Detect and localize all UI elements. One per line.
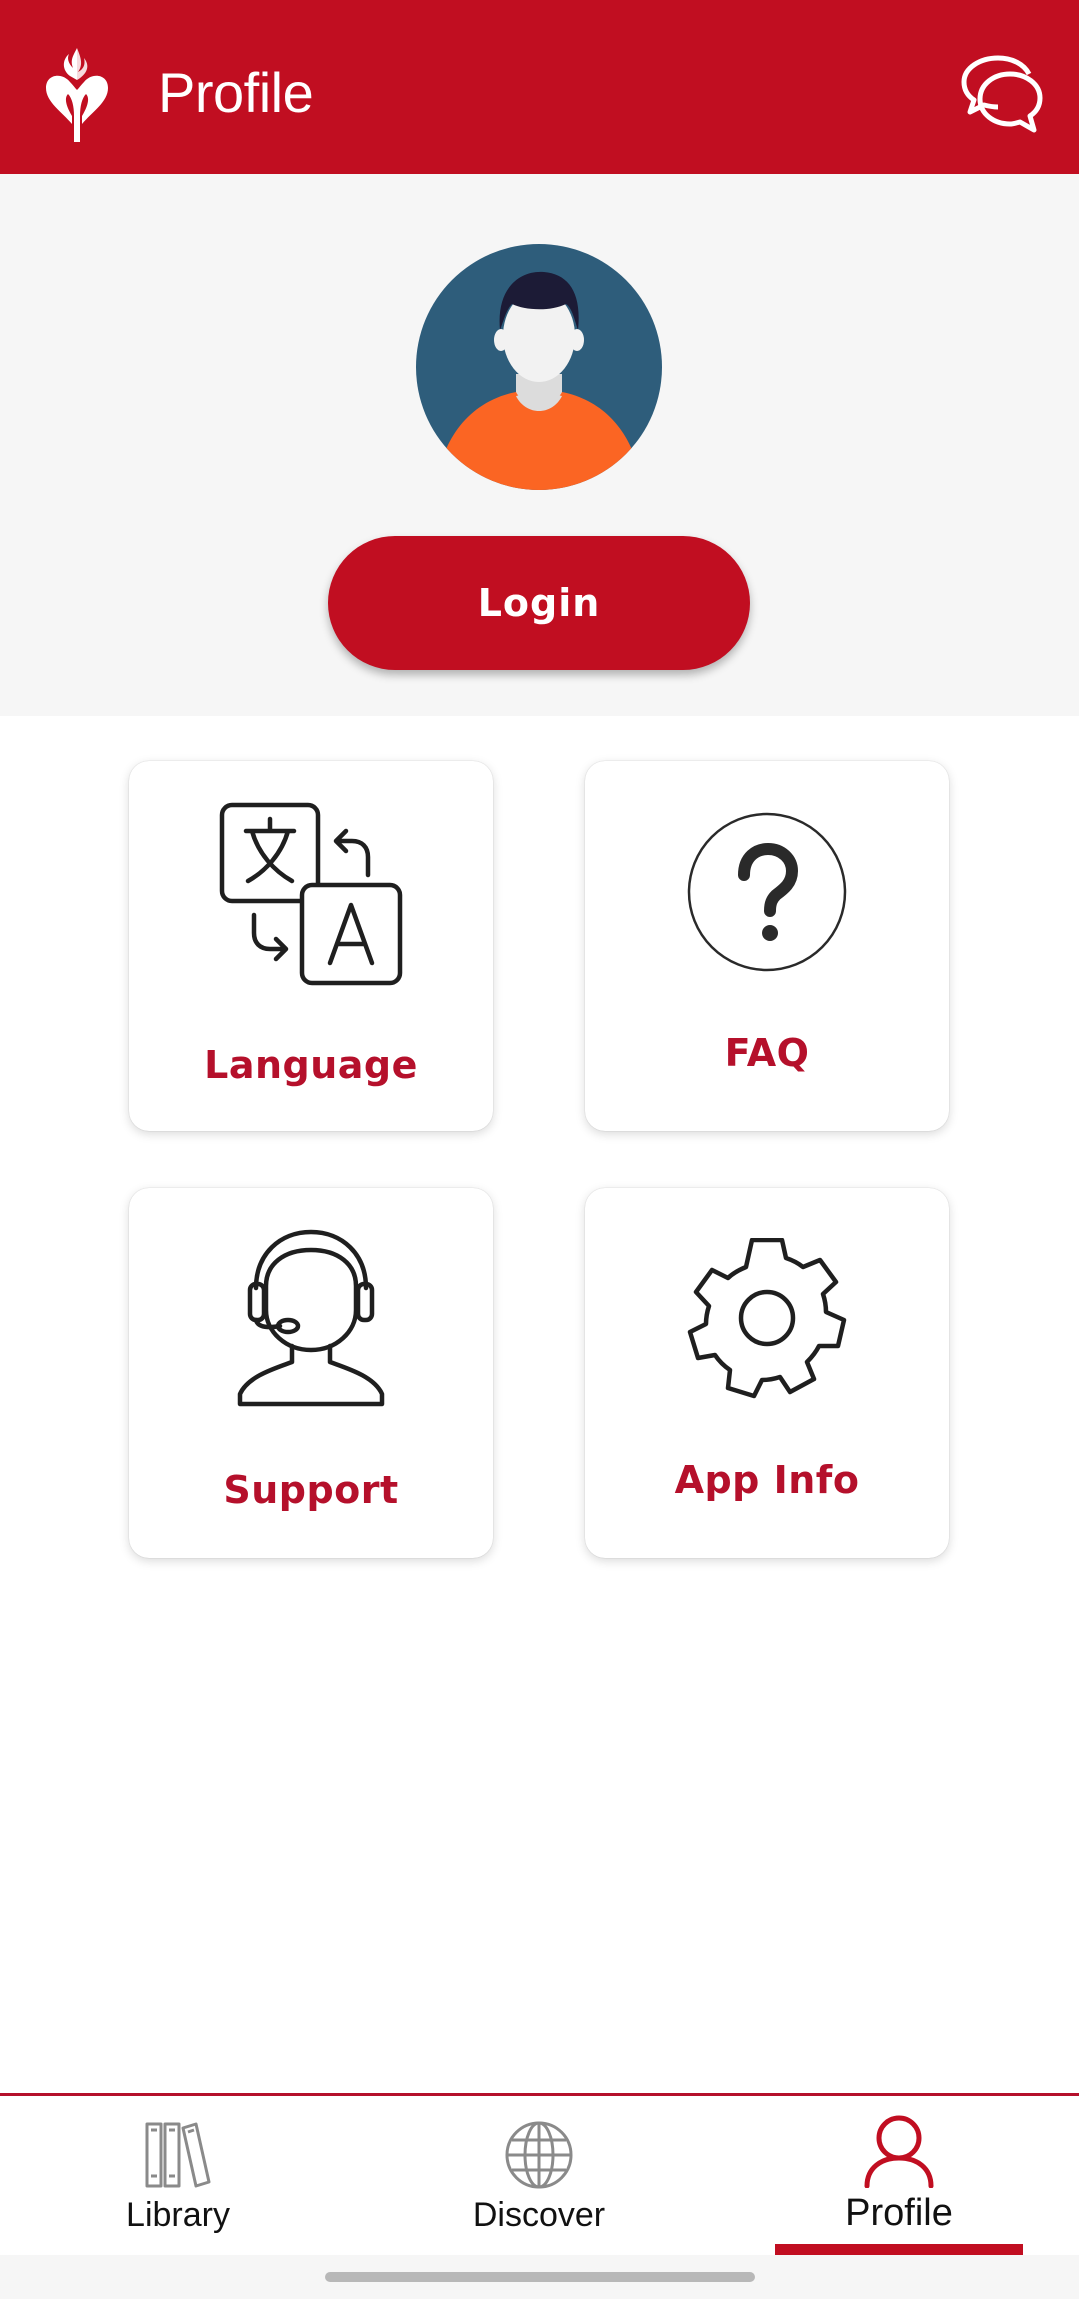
app-header: Profile	[0, 0, 1079, 174]
app-info-tile[interactable]: App Info	[585, 1188, 949, 1558]
tile-label-language: Language	[204, 1043, 418, 1087]
active-tab-indicator	[775, 2244, 1023, 2255]
bottom-tab-bar: Library Discover Profile	[0, 2093, 1079, 2253]
translate-icon	[219, 802, 403, 986]
books-icon	[145, 2122, 211, 2188]
gear-icon	[687, 1238, 847, 1399]
tile-label-faq: FAQ	[724, 1031, 810, 1075]
tab-label-profile: Profile	[845, 2192, 953, 2234]
tab-label-discover: Discover	[472, 2196, 606, 2234]
page-title: Profile	[158, 61, 314, 124]
chat-bubbles-icon[interactable]	[958, 52, 1046, 136]
tile-label-app-info: App Info	[674, 1458, 860, 1502]
tab-label-library: Library	[126, 2196, 230, 2234]
headset-agent-icon	[237, 1229, 385, 1407]
language-tile[interactable]: Language	[129, 761, 493, 1131]
avatar	[416, 244, 662, 490]
faq-tile[interactable]: FAQ	[585, 761, 949, 1131]
globe-icon	[505, 2121, 573, 2189]
tab-profile[interactable]: Profile	[769, 2096, 1029, 2256]
login-button[interactable]: Login	[328, 536, 750, 670]
question-circle-icon	[687, 812, 847, 972]
tile-label-support: Support	[223, 1468, 399, 1512]
person-icon	[864, 2115, 934, 2188]
support-tile[interactable]: Support	[129, 1188, 493, 1558]
tab-library[interactable]: Library	[48, 2096, 308, 2256]
tab-discover[interactable]: Discover	[409, 2096, 669, 2256]
heart-torch-logo-icon	[46, 48, 108, 142]
default-avatar-icon	[416, 244, 662, 490]
home-indicator[interactable]	[325, 2272, 755, 2282]
